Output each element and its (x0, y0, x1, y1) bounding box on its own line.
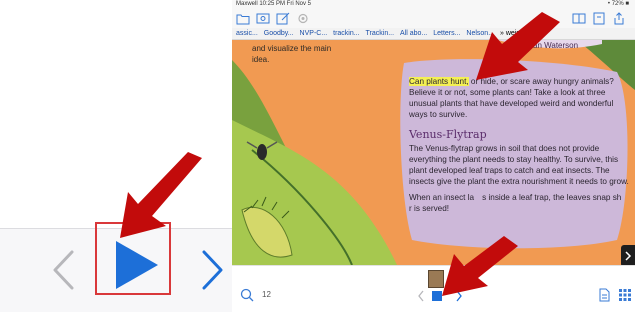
red-pointer-arrow-icon (442, 236, 518, 296)
settings-icon[interactable] (296, 12, 310, 25)
page-number: 12 (262, 290, 271, 299)
grid-icon[interactable] (619, 289, 631, 301)
next-chevron-icon[interactable] (200, 248, 226, 292)
previous-chevron-icon[interactable] (417, 290, 425, 302)
reading-text-box: Can plants hunt, or hide, or scare away … (409, 76, 629, 214)
paragraph-end-a: When an insect la (409, 193, 475, 202)
paragraph-end-b: s inside a leaf trap, the leaves snap sh (482, 193, 622, 202)
red-pointer-arrow-icon (476, 12, 560, 80)
section-heading: Venus-Flytrap (409, 128, 487, 141)
chevron-right-icon (625, 251, 632, 261)
browser-toolbar (232, 9, 635, 28)
bookmark-item[interactable]: Trackin... (366, 30, 395, 37)
bookmark-item[interactable]: NVP-C... (300, 30, 328, 37)
bookmark-item[interactable]: assic... (236, 30, 258, 37)
status-right: • 72% ■ (607, 1, 629, 7)
folder-icon[interactable] (236, 12, 250, 25)
paragraph-body: The Venus-flytrap grows in soil that doe… (409, 144, 629, 186)
edit-icon[interactable] (276, 12, 290, 25)
bookmark-item[interactable]: Letters... (433, 30, 460, 37)
paragraph-end-c: r is served! (409, 204, 450, 213)
bookmark-icon[interactable] (592, 12, 606, 25)
book-page: and visualize the main idea. an Waterson… (232, 40, 635, 265)
status-left: Maxwell 10:25 PM Fri Nov 5 (236, 1, 312, 7)
red-pointer-arrow-icon (120, 152, 202, 238)
bookmark-item[interactable]: trackin... (333, 30, 359, 37)
status-bar: Maxwell 10:25 PM Fri Nov 5 • 72% ■ (232, 0, 635, 9)
previous-chevron-icon[interactable] (50, 248, 76, 292)
bookmarks-bar: assic... Goodby... NVP-C... trackin... T… (232, 28, 635, 40)
ipad-screenshot: Maxwell 10:25 PM Fri Nov 5 • 72% ■ assic… (232, 0, 635, 312)
next-page-tab[interactable] (621, 245, 635, 267)
document-icon[interactable] (599, 288, 610, 302)
intro-text: and visualize the main idea. (252, 44, 332, 64)
zoomed-controls-panel (0, 0, 232, 312)
share-icon[interactable] (612, 12, 626, 25)
image-icon[interactable] (256, 12, 270, 25)
highlighted-phrase: Can plants hunt, (409, 77, 469, 86)
bookmark-item[interactable]: All abo... (400, 30, 427, 37)
play-icon[interactable] (114, 239, 160, 291)
reader-bottom-bar: 12 (232, 265, 635, 312)
search-icon[interactable] (240, 288, 254, 302)
book-icon[interactable] (572, 12, 586, 25)
bookmark-item[interactable]: Goodby... (264, 30, 294, 37)
